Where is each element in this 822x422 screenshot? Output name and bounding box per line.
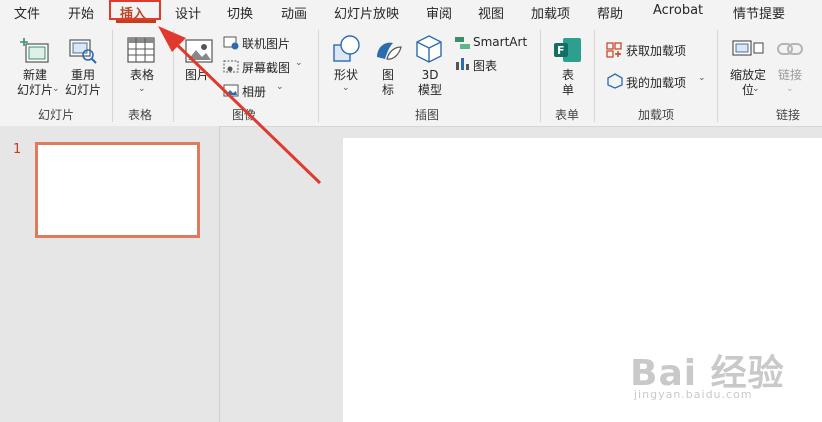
chart-button[interactable]: 图表 xyxy=(473,57,497,74)
svg-text:F: F xyxy=(557,44,565,57)
slides-group-label: 幻灯片 xyxy=(38,108,75,122)
forms-icon[interactable]: F xyxy=(553,36,583,64)
3d-models-button[interactable]: 3D 模型 xyxy=(414,68,446,98)
new-slide-icon[interactable] xyxy=(20,36,50,66)
pictures-icon[interactable] xyxy=(184,38,216,68)
active-tab-underline xyxy=(116,20,156,23)
icons-button[interactable]: 图标 xyxy=(378,68,398,98)
tab-acrobat[interactable]: Acrobat xyxy=(653,3,703,18)
group-divider xyxy=(112,30,113,122)
my-addins-button[interactable]: 我的加载项 xyxy=(626,74,686,91)
screenshot-icon[interactable] xyxy=(223,59,239,75)
table-icon[interactable] xyxy=(126,36,156,64)
zoom-button[interactable]: 缩放定位 xyxy=(727,68,769,98)
my-addins-caret-icon[interactable]: ⌄ xyxy=(698,73,706,83)
tab-design[interactable]: 设计 xyxy=(175,3,201,22)
watermark-sub-text: jingyan.baidu.com xyxy=(634,388,753,401)
link-button: 链接 xyxy=(777,68,802,82)
online-pictures-button[interactable]: 联机图片 xyxy=(242,35,290,52)
shapes-caret-icon[interactable]: ⌄ xyxy=(342,83,350,93)
link-icon xyxy=(777,43,803,55)
screenshot-button[interactable]: 屏幕截图 xyxy=(242,59,290,76)
group-divider xyxy=(318,30,319,122)
images-group-label: 图像 xyxy=(232,108,257,122)
reuse-slides-icon[interactable] xyxy=(68,36,98,66)
slide-number: 1 xyxy=(13,142,22,157)
get-addins-button[interactable]: 获取加载项 xyxy=(626,42,686,59)
zoom-icon[interactable] xyxy=(732,36,764,62)
icons-icon[interactable] xyxy=(371,33,403,65)
group-divider xyxy=(594,30,595,122)
my-addins-icon[interactable] xyxy=(606,73,624,89)
links-group-label: 链接 xyxy=(776,108,801,122)
photo-album-button[interactable]: 相册 xyxy=(242,83,266,100)
tab-view[interactable]: 视图 xyxy=(478,3,504,22)
shapes-icon[interactable] xyxy=(330,33,362,65)
pictures-button[interactable]: 图片 xyxy=(183,68,211,83)
tab-slideshow[interactable]: 幻灯片放映 xyxy=(334,3,399,22)
group-divider xyxy=(717,30,718,122)
get-addins-icon[interactable] xyxy=(606,42,624,58)
tab-animations[interactable]: 动画 xyxy=(281,3,307,22)
baidu-watermark: Bai 经验 jingyan.baidu.com xyxy=(630,344,785,401)
zoom-caret-icon[interactable]: ⌄ xyxy=(752,84,760,94)
tab-transitions[interactable]: 切换 xyxy=(227,3,253,22)
photo-album-icon[interactable] xyxy=(223,83,239,99)
link-caret-icon: ⌄ xyxy=(786,84,794,94)
shapes-button[interactable]: 形状 xyxy=(330,68,362,83)
3d-models-icon[interactable] xyxy=(413,33,445,65)
illustrations-group-label: 插图 xyxy=(415,108,440,122)
photo-album-caret-icon[interactable]: ⌄ xyxy=(276,82,284,92)
screenshot-caret-icon[interactable]: ⌄ xyxy=(295,58,303,68)
tab-storyboard[interactable]: 情节提要 xyxy=(733,3,785,22)
smartart-button[interactable]: SmartArt xyxy=(473,35,527,49)
table-caret-icon[interactable]: ⌄ xyxy=(138,84,146,94)
online-pictures-icon[interactable] xyxy=(223,35,239,51)
forms-button[interactable]: 表单 xyxy=(558,68,578,98)
addins-group-label: 加载项 xyxy=(638,108,675,122)
forms-group-label: 表单 xyxy=(555,108,580,122)
smartart-icon[interactable] xyxy=(454,35,472,51)
tab-review[interactable]: 审阅 xyxy=(426,3,452,22)
chart-icon[interactable] xyxy=(454,56,472,72)
tab-file[interactable]: 文件 xyxy=(14,3,40,22)
tab-home[interactable]: 开始 xyxy=(68,3,94,22)
group-divider xyxy=(540,30,541,122)
pane-divider[interactable] xyxy=(219,126,220,422)
tab-help[interactable]: 帮助 xyxy=(597,3,623,22)
slide-thumbnail[interactable] xyxy=(35,142,200,238)
table-button[interactable]: 表格 xyxy=(120,68,164,83)
reuse-slides-button[interactable]: 重用 幻灯片 xyxy=(59,68,107,98)
annotation-highlight-box xyxy=(109,0,161,20)
tab-addins[interactable]: 加载项 xyxy=(531,3,570,22)
tables-group-label: 表格 xyxy=(128,108,153,122)
group-divider xyxy=(173,30,174,122)
menu-bar: 文件 开始 插入 设计 切换 动画 幻灯片放映 审阅 视图 加载项 帮助 Acr… xyxy=(0,0,822,24)
